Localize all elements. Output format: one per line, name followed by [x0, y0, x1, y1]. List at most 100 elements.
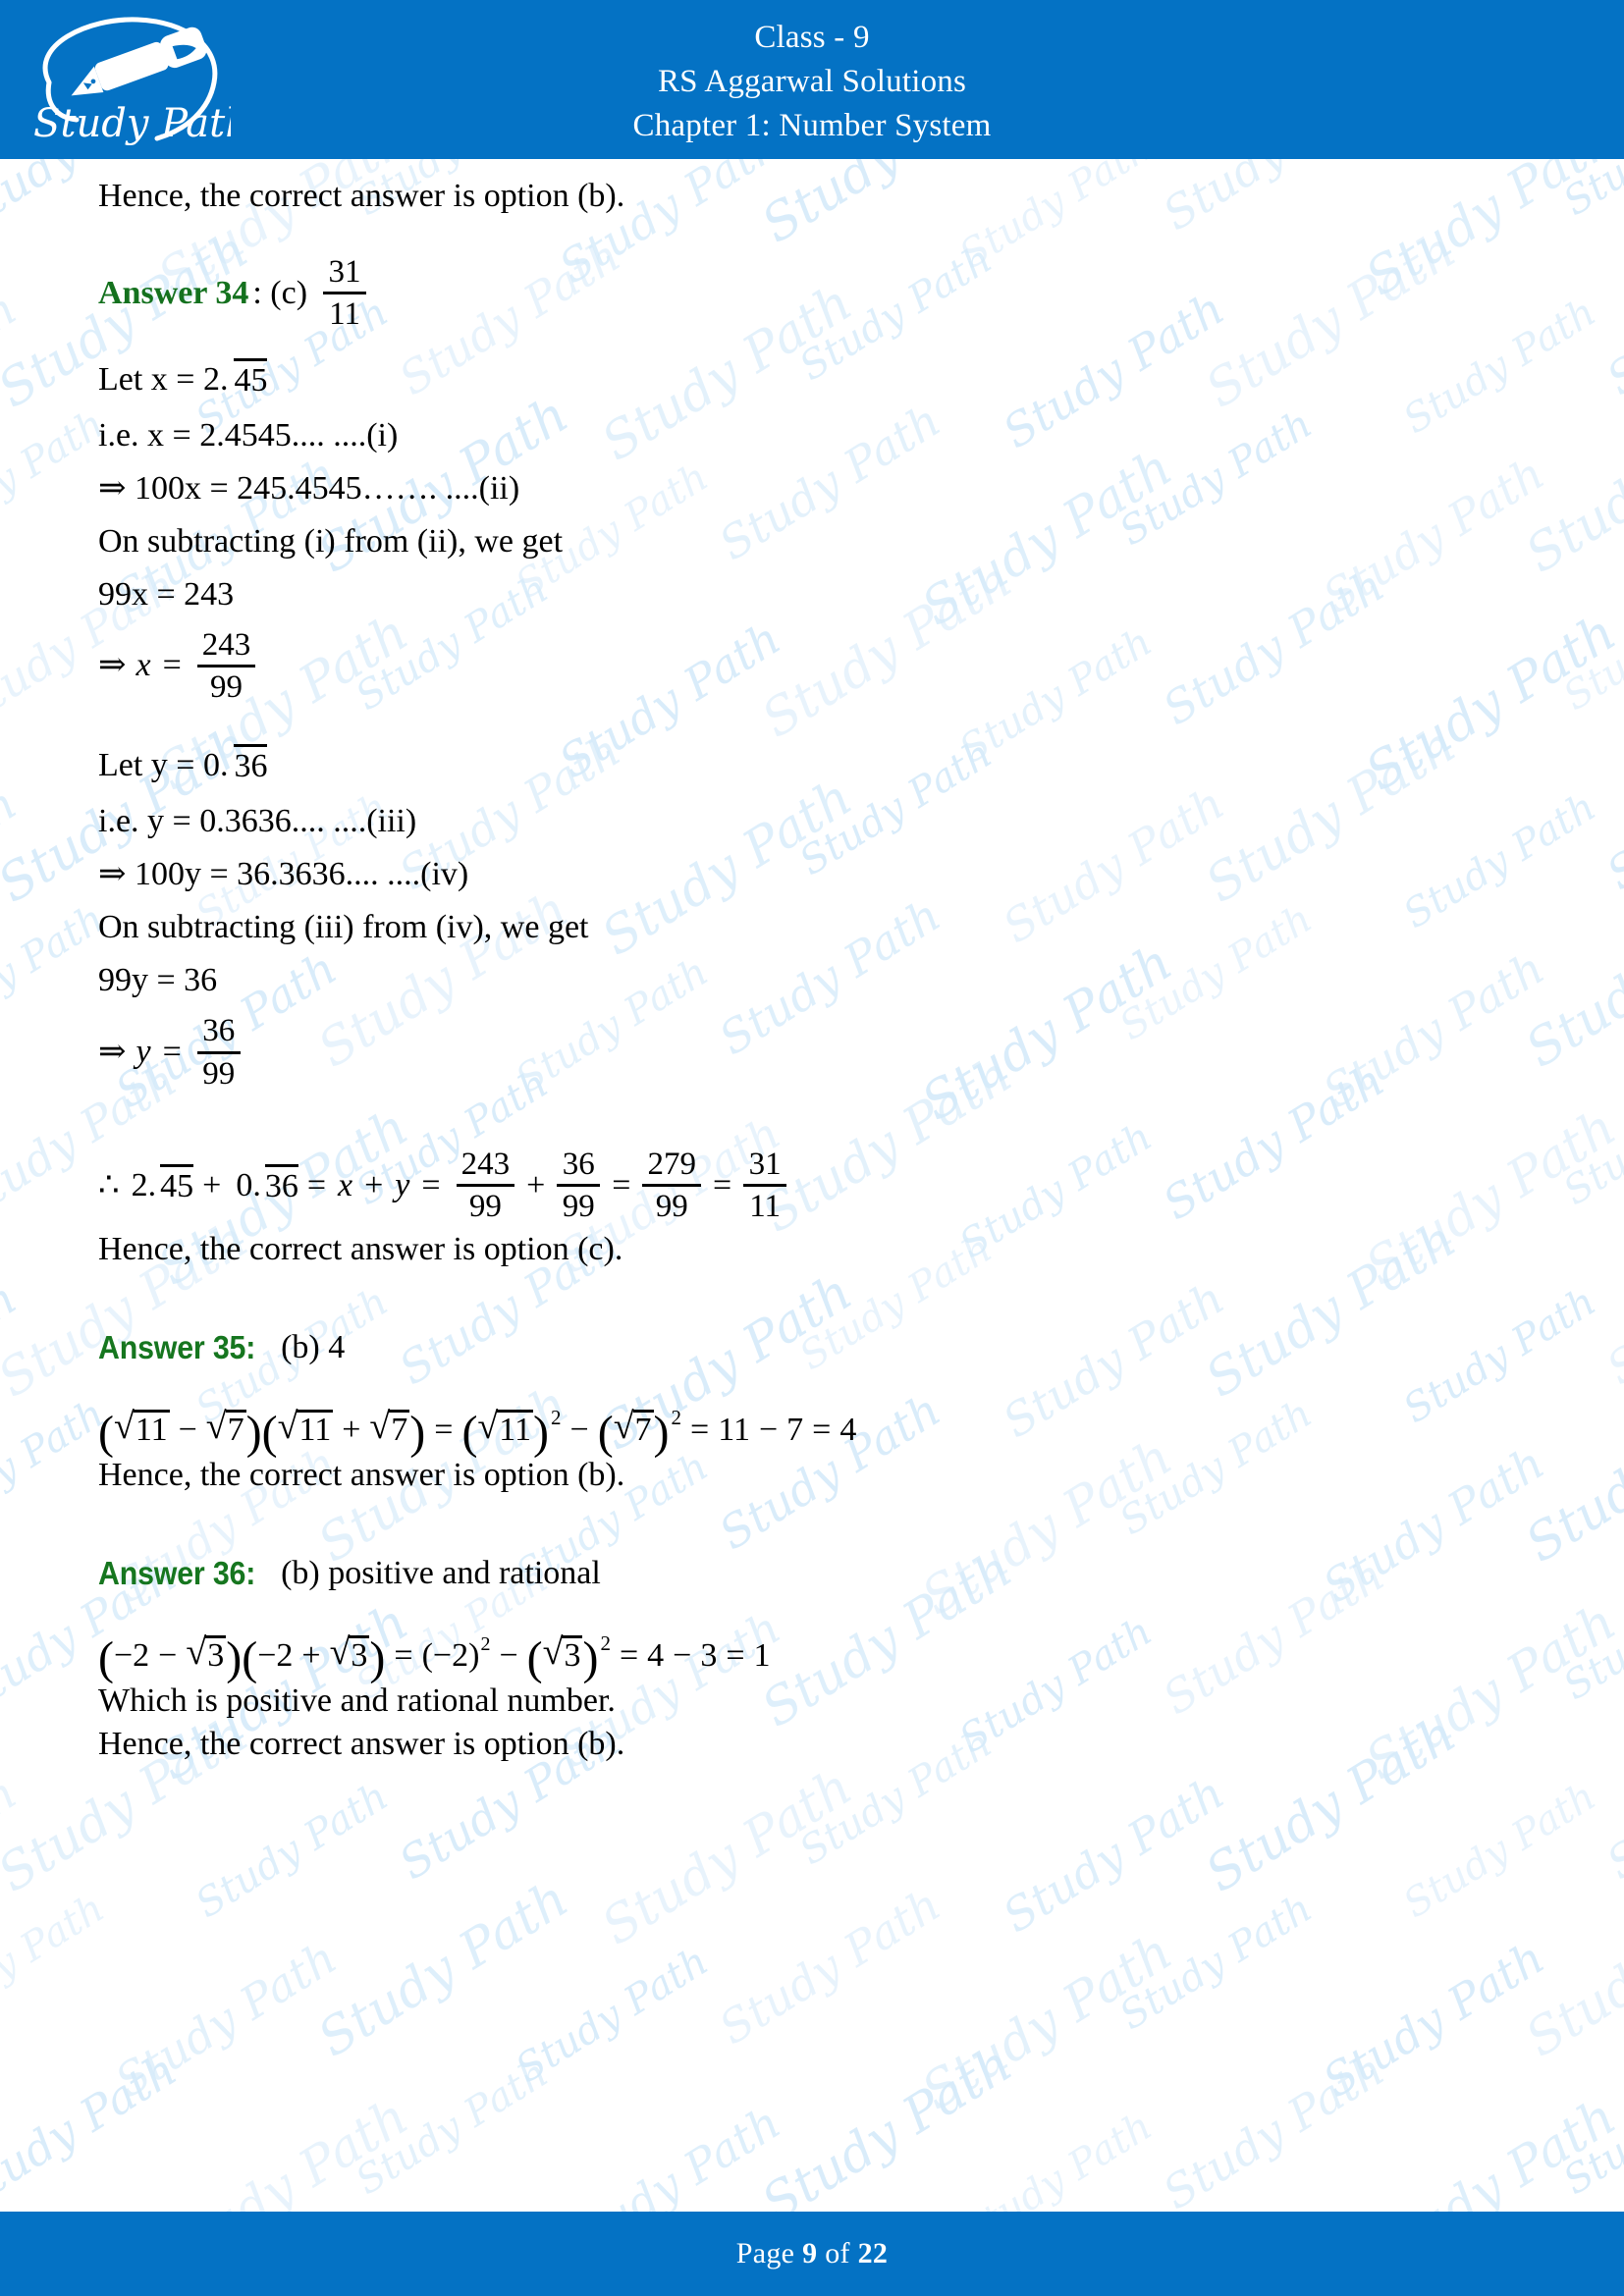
- radicand: 3: [562, 1634, 583, 1678]
- answer-35-option: (b) 4: [281, 1328, 346, 1365]
- therefore-symbol: ∴: [98, 1166, 120, 1203]
- open-paren: (: [98, 1631, 114, 1684]
- answer-36-equation: ( −2 − √ 3 ) ( −2 + √ 3 ) = ( −2 ) 2 − ( √…: [98, 1631, 1531, 1684]
- radicand: 3: [205, 1634, 227, 1678]
- radicand: 3: [349, 1634, 370, 1678]
- header-chapter-line: Chapter 1: Number System: [632, 107, 992, 143]
- answer-34-label: Answer 34: [98, 274, 249, 311]
- let-y-prefix: Let y = 0.: [98, 747, 229, 784]
- plus-sign: +: [202, 1166, 222, 1203]
- radicand: 11: [133, 1409, 170, 1452]
- equals-sign: =: [690, 1411, 710, 1448]
- minus-sign: −: [158, 1636, 178, 1674]
- result-4: 4: [839, 1411, 857, 1448]
- radicand: 11: [497, 1409, 533, 1452]
- equals-sign: =: [162, 647, 182, 684]
- repeating-bar-36: 36: [264, 1163, 298, 1208]
- answer-36-note: Which is positive and rational number.: [98, 1682, 616, 1719]
- exponent-2: 2: [480, 1632, 491, 1655]
- negative-2: −2: [113, 1636, 150, 1674]
- close-paren: ): [533, 1406, 550, 1459]
- sum-fraction-3: 279 99: [642, 1148, 701, 1224]
- open-paren: (: [242, 1631, 258, 1684]
- answer-36-heading: Answer 36: (b) positive and rational: [98, 1552, 1531, 1595]
- close-paren: ): [468, 1636, 480, 1674]
- eq-99x-line: 99x = 243: [98, 575, 235, 613]
- result-1: 1: [753, 1636, 771, 1674]
- radicand: 7: [389, 1409, 410, 1452]
- minus-sign: −: [758, 1411, 779, 1448]
- fraction-numerator: 279: [647, 1146, 696, 1182]
- sqrt-7: √ 7: [206, 1408, 246, 1452]
- variable-y: y: [395, 1166, 410, 1203]
- negative-2: −2: [257, 1636, 294, 1674]
- page-prefix: Page: [735, 2237, 803, 2269]
- negative-2: −2: [432, 1636, 469, 1674]
- x-value-fraction: 243 99: [196, 626, 256, 704]
- answer-34-option: : (c): [252, 274, 308, 311]
- total-page-number: 22: [857, 2237, 889, 2269]
- page-middle: of: [817, 2237, 858, 2269]
- fraction-bar: [642, 1184, 701, 1188]
- fraction-numerator: 31: [328, 254, 361, 290]
- term2-whole: 0.: [236, 1166, 261, 1203]
- term1-whole: 2.: [131, 1166, 157, 1203]
- exponent-2: 2: [551, 1405, 562, 1429]
- fraction-bar: [323, 292, 367, 295]
- sqrt-11: √ 11: [278, 1408, 334, 1452]
- fraction-denominator: 11: [749, 1189, 782, 1225]
- answer-34-heading: Answer 34 : (c) 31 11: [98, 255, 1531, 332]
- logo-wordmark: Study Path: [33, 101, 231, 146]
- close-paren: ): [226, 1631, 243, 1684]
- answer-35-label: Answer 35:: [98, 1328, 256, 1365]
- sqrt-7: √ 7: [614, 1408, 654, 1452]
- sqrt-11: √ 11: [114, 1408, 170, 1452]
- fraction-numerator: 36: [202, 1013, 236, 1049]
- close-paren: ): [245, 1406, 262, 1459]
- answer-36-conclusion: Hence, the correct answer is option (b).: [98, 1725, 625, 1762]
- answer-34-result-fraction: 31 11: [323, 254, 367, 333]
- fraction-bar: [196, 1050, 241, 1054]
- fraction-denominator: 11: [329, 296, 360, 333]
- fraction-denominator: 99: [562, 1189, 595, 1225]
- subtract-note-1: On subtracting (i) from (ii), we get: [98, 522, 564, 560]
- y-fraction-line: ⇒ y = 36 99: [98, 1014, 1531, 1091]
- open-paren: (: [98, 1406, 114, 1459]
- fraction-bar: [456, 1184, 515, 1188]
- study-path-logo: Study Path: [20, 6, 231, 153]
- plus-sign: +: [301, 1636, 321, 1674]
- fraction-numerator: 243: [201, 626, 251, 663]
- radicand: 7: [225, 1409, 246, 1452]
- y-value-fraction: 36 99: [196, 1013, 241, 1091]
- intro-conclusion-line: Hence, the correct answer is option (b).: [98, 178, 625, 214]
- plus-sign: +: [364, 1166, 384, 1203]
- value-11: 11: [718, 1411, 750, 1448]
- implies-arrow: ⇒: [98, 1034, 127, 1071]
- page-content: Hence, the correct answer is option (b).…: [0, 159, 1624, 2212]
- value-4: 4: [647, 1636, 665, 1674]
- minus-sign: −: [673, 1636, 692, 1674]
- header-title-block: Class - 9 RS Aggarwal Solutions Chapter …: [0, 0, 1624, 159]
- document-page: Study Path Study Path Study Path Study Path…: [0, 0, 1624, 2296]
- close-paren: ): [369, 1631, 386, 1684]
- equals-sign: =: [612, 1166, 631, 1203]
- equals-sign: =: [619, 1636, 639, 1674]
- header-solutions-line: RS Aggarwal Solutions: [657, 63, 967, 99]
- close-paren: ): [582, 1631, 599, 1684]
- variable-x: x: [135, 647, 151, 684]
- sum-fraction-4: 31 11: [743, 1148, 787, 1225]
- fraction-denominator: 99: [468, 1189, 502, 1225]
- fraction-bar: [196, 664, 256, 667]
- value-7: 7: [786, 1411, 804, 1448]
- ie-x-line: i.e. x = 2.4545.... ....(i): [98, 416, 399, 454]
- answer-35-heading: Answer 35: (b) 4: [98, 1326, 1531, 1369]
- open-paren: (: [597, 1406, 614, 1459]
- answer-36-label: Answer 36:: [98, 1554, 256, 1591]
- sqrt-3: √ 3: [186, 1633, 227, 1678]
- sqrt-7: √ 7: [369, 1408, 410, 1452]
- let-x-prefix: Let x = 2.: [98, 360, 229, 398]
- answer-34-conclusion: Hence, the correct answer is option (c).: [98, 1230, 623, 1267]
- page-header: Study Path Class - 9 RS Aggarwal Solutio…: [0, 0, 1624, 159]
- plus-sign: +: [342, 1411, 361, 1448]
- x-fraction-line: ⇒ x = 243 99: [98, 626, 1531, 704]
